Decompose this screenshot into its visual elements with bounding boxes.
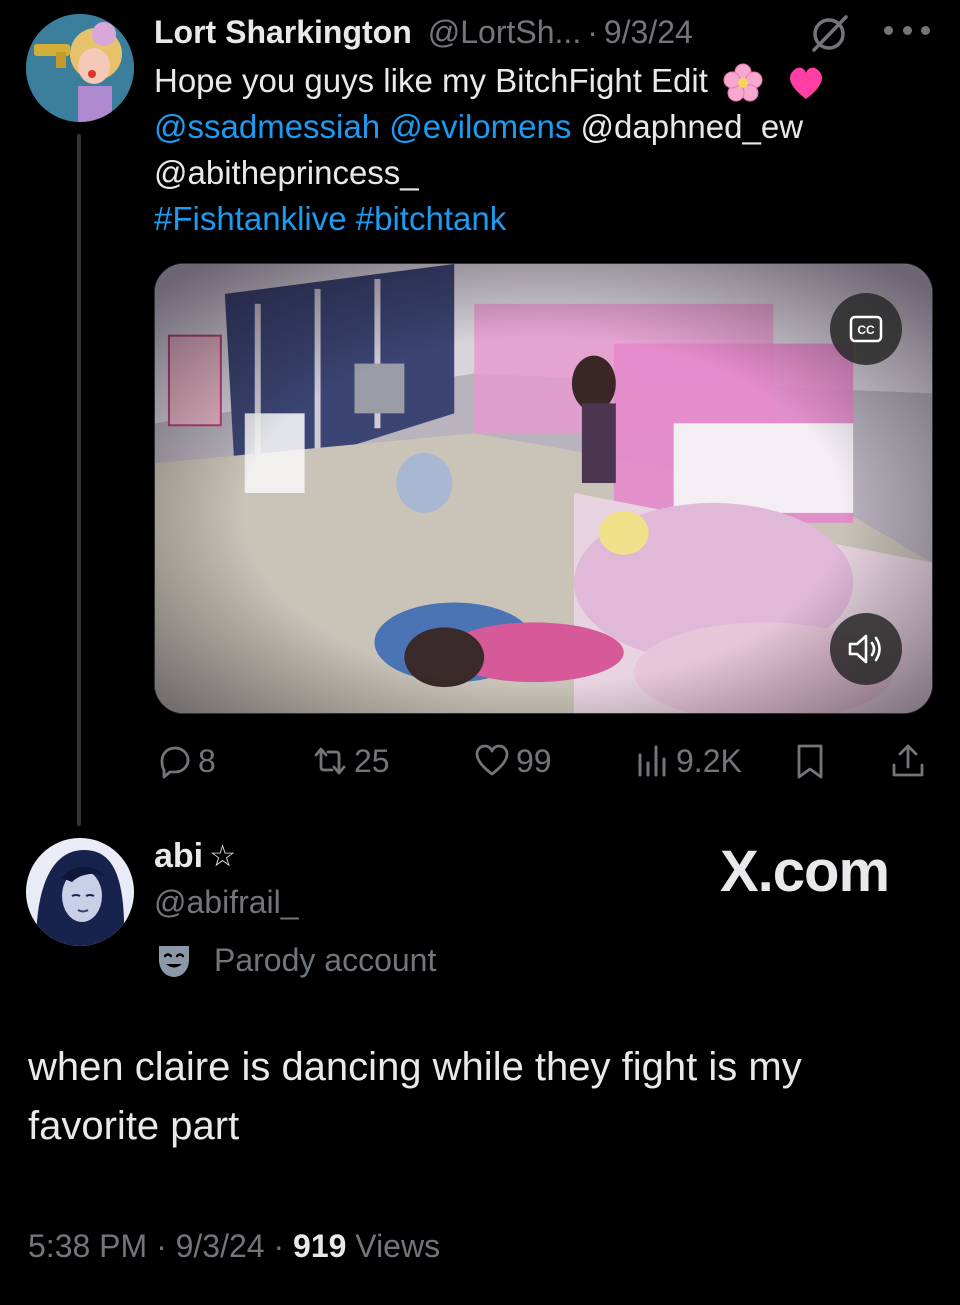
reply-avatar-image (26, 838, 134, 946)
reply-author-name[interactable]: abi (154, 837, 203, 876)
parody-account-label: Parody account (214, 941, 437, 978)
separator: · (273, 1228, 285, 1264)
like-button[interactable]: 99 (472, 737, 552, 785)
tweet-text-line-4: #Fishtanklive #bitchtank (154, 196, 914, 242)
pink-heart-icon (790, 67, 823, 100)
reply-author-name-row[interactable]: abi ☆ (154, 834, 436, 878)
repost-button[interactable]: 25 (310, 737, 390, 785)
tweet-text-line-1: Hope you guys like my BitchFight Edit (154, 58, 914, 104)
views-button[interactable]: 9.2K (632, 737, 742, 785)
watermark: X.com (720, 839, 890, 904)
grok-icon[interactable] (806, 14, 852, 52)
reply-author-avatar[interactable] (26, 838, 134, 946)
mention-link[interactable]: @evilomens (389, 108, 571, 145)
author-avatar[interactable] (26, 14, 134, 122)
author-handle[interactable]: @LortSh... (428, 14, 581, 51)
repost-count: 25 (354, 742, 390, 779)
share-icon (892, 744, 924, 777)
video-player[interactable] (154, 263, 933, 714)
author-avatar-image (26, 14, 134, 122)
video-frame (155, 264, 932, 713)
tweet-text: Hope you guys like my BitchFight Edit @s… (154, 58, 914, 242)
mention-link[interactable]: @ssadmessiah (154, 108, 380, 145)
reply-button[interactable]: 8 (154, 737, 216, 785)
thread-connector-line (77, 134, 81, 826)
bookmark-button[interactable] (790, 737, 834, 785)
reply-views-label: Views (355, 1228, 441, 1264)
bookmark-icon (797, 744, 823, 779)
reply-count: 8 (198, 742, 216, 779)
more-options-icon[interactable] (884, 20, 930, 40)
reply-time[interactable]: 5:38 PM (28, 1228, 147, 1264)
reply-views-count: 919 (293, 1228, 347, 1264)
hashtag-link[interactable]: #bitchtank (356, 200, 506, 237)
tweet-actions-bar: 8 25 99 9.2K (154, 737, 934, 785)
tweet-main-text: Hope you guys like my BitchFight Edit (154, 62, 708, 99)
hashtag-link[interactable]: #Fishtanklive (154, 200, 347, 237)
parody-account-badge[interactable]: Parody account (154, 936, 436, 984)
separator: · (156, 1228, 167, 1264)
reply-date[interactable]: 9/3/24 (176, 1228, 265, 1264)
reply-header: abi ☆ @abifrail_ Parody account (154, 834, 436, 984)
theater-mask-icon (159, 946, 189, 977)
reply-meta: 5:38 PM · 9/3/24 · 919 Views (28, 1228, 440, 1265)
repost-icon (314, 747, 346, 775)
author-name[interactable]: Lort Sharkington (154, 14, 412, 51)
separator: · (587, 13, 598, 50)
volume-button[interactable] (830, 613, 902, 685)
share-button[interactable] (888, 737, 932, 785)
analytics-icon (638, 745, 666, 777)
closed-captions-button[interactable]: CC (830, 293, 902, 365)
mention-text: @daphned_ew (580, 108, 804, 145)
views-count: 9.2K (676, 742, 742, 779)
heart-icon (475, 744, 509, 776)
tweet-date[interactable]: 9/3/24 (604, 14, 693, 51)
mention-text: @abitheprincess_ (154, 154, 419, 191)
tweet-header: Lort Sharkington @LortSh... · 9/3/24 (154, 10, 693, 54)
volume-icon (848, 634, 881, 664)
closed-captions-icon: CC (849, 315, 883, 343)
reply-text: when claire is dancing while they fight … (28, 1045, 802, 1148)
closed-captions-label: CC (857, 323, 875, 337)
tweet-text-line-2: @ssadmessiah @evilomens @daphned_ew (154, 104, 914, 150)
like-count: 99 (516, 742, 552, 779)
cherry-blossom-icon (723, 63, 763, 102)
tweet-text-line-3: @abitheprincess_ (154, 150, 914, 196)
reply-author-handle[interactable]: @abifrail_ (154, 884, 436, 926)
star-icon: ☆ (209, 839, 237, 873)
reply-icon (160, 746, 190, 779)
